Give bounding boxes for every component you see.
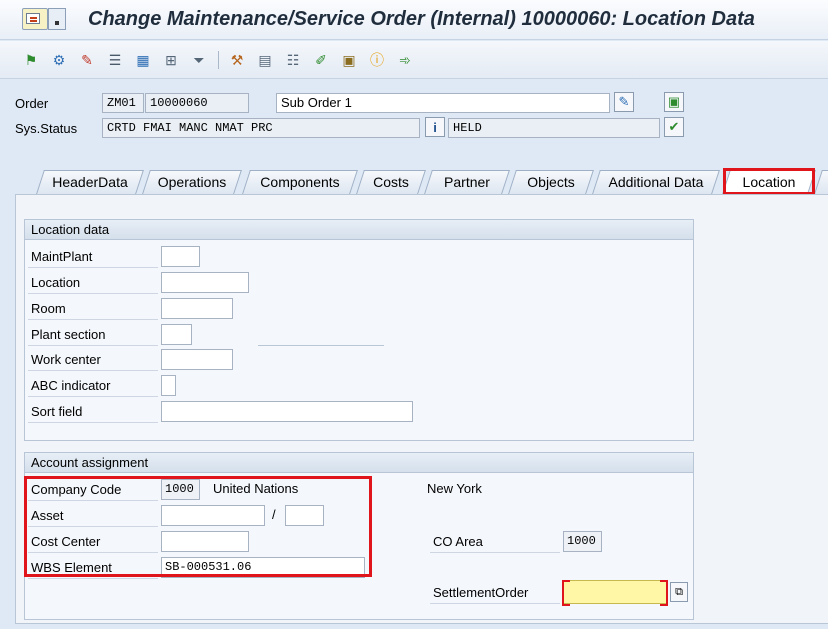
application-toolbar: ⚑ ⚙ ✎ ☰ ▦ ⊞ ⏷ ⚒ ▤ ☷ ✐ ▣ ⓘ ➾ xyxy=(0,41,828,79)
edit-icon[interactable]: ✐ xyxy=(312,51,330,69)
settlement-order-label: SettlementOrder xyxy=(430,582,560,604)
copy-icon[interactable]: ⧉ xyxy=(670,582,688,602)
tab-additional-data[interactable]: Additional Data xyxy=(592,170,720,194)
calculator-icon[interactable]: ▦ xyxy=(134,51,152,69)
user-status-field: HELD xyxy=(448,118,660,138)
tab-components[interactable]: Components xyxy=(242,170,358,194)
location-data-title: Location data xyxy=(25,220,693,240)
forward-icon[interactable]: ➾ xyxy=(396,51,414,69)
location-tab-highlight xyxy=(723,168,815,195)
room-label: Room xyxy=(28,298,158,320)
abc-indicator-input[interactable] xyxy=(161,375,176,396)
toolbar-separator xyxy=(218,51,219,69)
room-input[interactable] xyxy=(161,298,233,319)
flag-icon[interactable]: ⚑ xyxy=(22,51,40,69)
work-center-input[interactable] xyxy=(161,349,233,370)
maint-plant-label: MaintPlant xyxy=(28,246,158,268)
order-description-input[interactable]: Sub Order 1 xyxy=(276,93,610,113)
tab-headerdata[interactable]: HeaderData xyxy=(36,170,144,194)
sys-status-label: Sys.Status xyxy=(15,121,78,136)
settings-icon[interactable]: ⚙ xyxy=(50,51,68,69)
tab-partner[interactable]: Partner xyxy=(424,170,510,194)
schedule-icon[interactable]: ▣ xyxy=(340,51,358,69)
work-center-label: Work center xyxy=(28,349,158,371)
settlement-order-input[interactable] xyxy=(562,580,668,606)
tab-costs[interactable]: Costs xyxy=(356,170,426,194)
info-icon[interactable]: ⓘ xyxy=(368,51,386,69)
co-area-field: 1000 xyxy=(563,531,602,552)
notes-icon[interactable]: ☷ xyxy=(284,51,302,69)
long-text-icon[interactable]: ✎ xyxy=(614,92,634,112)
menu-icon xyxy=(26,13,40,24)
city-text: New York xyxy=(427,481,482,496)
account-assignment-highlight xyxy=(24,476,372,577)
tab-operations[interactable]: Operations xyxy=(142,170,242,194)
location-label: Location xyxy=(28,272,158,294)
tab-strip: HeaderData Operations Components Costs P… xyxy=(0,168,828,194)
system-status-field: CRTD FMAI MANC NMAT PRC xyxy=(102,118,420,138)
check-icon[interactable]: ✔ xyxy=(664,117,684,137)
abc-indicator-label: ABC indicator xyxy=(28,375,158,397)
sort-field-label: Sort field xyxy=(28,401,158,423)
tab-objects[interactable]: Objects xyxy=(508,170,594,194)
tab-more[interactable] xyxy=(814,170,828,194)
pencil-icon[interactable]: ✎ xyxy=(78,51,96,69)
plant-section-desc-line xyxy=(258,345,384,346)
title-bar: Change Maintenance/Service Order (Intern… xyxy=(0,0,828,40)
tools-icon[interactable]: ⚒ xyxy=(228,51,246,69)
filter-icon[interactable]: ⏷ xyxy=(190,51,208,69)
list-icon[interactable]: ☰ xyxy=(106,51,124,69)
system-menu-button[interactable] xyxy=(22,8,48,30)
window-title: Change Maintenance/Service Order (Intern… xyxy=(88,8,755,30)
status-info-icon[interactable]: i xyxy=(425,117,445,137)
plant-section-label: Plant section xyxy=(28,324,158,346)
co-area-label: CO Area xyxy=(430,531,560,553)
menu-dropdown-button[interactable] xyxy=(48,8,66,30)
location-input[interactable] xyxy=(161,272,249,293)
account-assignment-title: Account assignment xyxy=(25,453,693,473)
document-icon[interactable]: ▤ xyxy=(256,51,274,69)
order-number-field: 10000060 xyxy=(145,93,249,113)
order-label: Order xyxy=(15,96,49,111)
maint-plant-input[interactable] xyxy=(161,246,200,267)
hierarchy-icon[interactable]: ⊞ xyxy=(162,51,180,69)
order-type-field: ZM01 xyxy=(102,93,144,113)
sort-field-input[interactable] xyxy=(161,401,413,422)
plant-section-input[interactable] xyxy=(161,324,192,345)
cut-icon[interactable]: ▣ xyxy=(664,92,684,112)
